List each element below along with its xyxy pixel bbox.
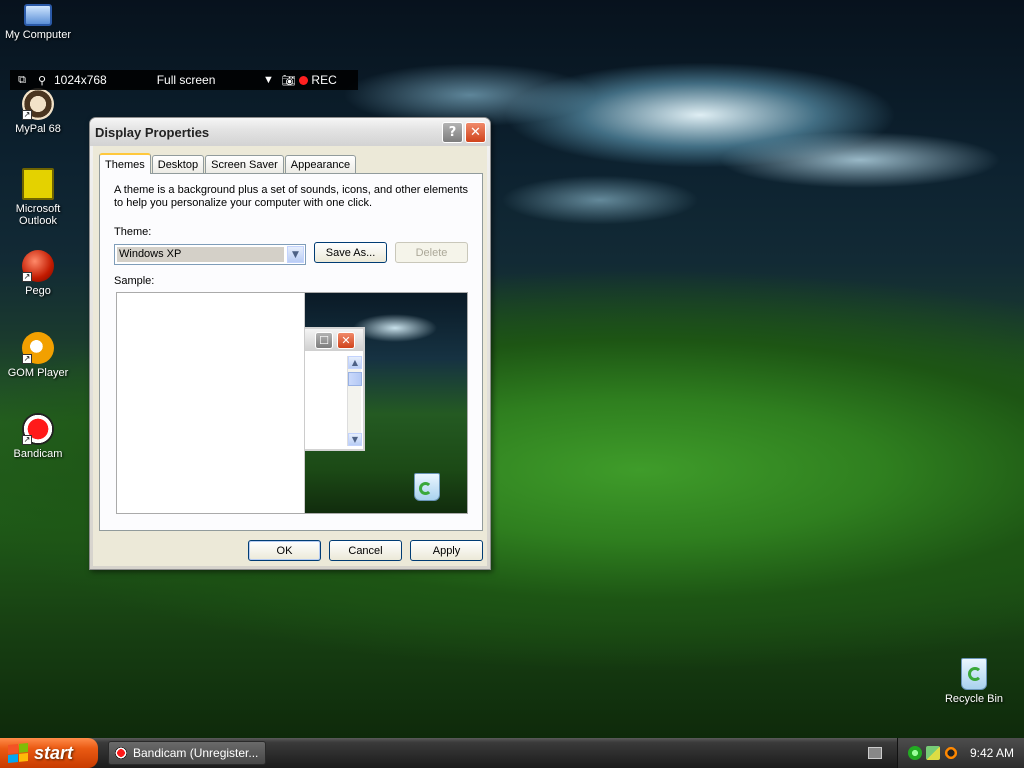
chevron-down-icon: ▼	[348, 433, 362, 446]
bandicam-icon	[115, 747, 127, 759]
window-title: Display Properties	[95, 124, 210, 140]
mode-text[interactable]: Full screen	[157, 73, 216, 87]
scroll-thumb	[348, 372, 362, 386]
close-icon: ✕	[470, 124, 481, 140]
desktop-icon-mypal[interactable]: ↗ MyPal 68	[0, 88, 76, 135]
apply-button[interactable]: Apply	[410, 540, 483, 561]
search-icon[interactable]	[944, 746, 958, 760]
desktop-icon-my-computer[interactable]: My Computer	[0, 4, 76, 41]
record-dot-icon	[299, 75, 309, 85]
bandicam-icon: ↗	[22, 413, 54, 445]
computer-icon	[24, 4, 52, 26]
tray-app-icon[interactable]	[926, 746, 940, 760]
ok-button[interactable]: OK	[248, 540, 321, 561]
triangle-down-icon: ▼	[262, 74, 274, 86]
search-button[interactable]: ⚲	[36, 74, 48, 87]
taskbar: start Bandicam (Unregister... 9:42 AM	[0, 738, 1024, 768]
theme-description: A theme is a background plus a set of so…	[114, 184, 469, 209]
taskbar-item-label: Bandicam (Unregister...	[133, 746, 259, 760]
recycle-bin-icon	[961, 658, 987, 690]
save-as-button[interactable]: Save As...	[314, 242, 387, 263]
shortcut-arrow-icon: ↗	[22, 435, 32, 445]
network-icon[interactable]	[908, 746, 922, 760]
resolution-text: 1024x768	[54, 73, 107, 87]
gom-player-icon: ↗	[22, 332, 54, 364]
theme-select[interactable]: Windows XP ▼	[114, 244, 306, 265]
sample-window-titlebar: ☐ ✕	[305, 329, 363, 351]
cancel-button[interactable]: Cancel	[329, 540, 402, 561]
camera-icon: 📷︎	[281, 74, 296, 87]
keyboard-icon[interactable]	[868, 747, 882, 759]
shortcut-arrow-icon: ↗	[22, 354, 32, 364]
desktop-icon-label: My Computer	[4, 29, 72, 41]
start-label: start	[34, 742, 74, 763]
theme-select-value: Windows XP	[117, 247, 284, 262]
sample-scrollbar: ▲ ▼	[347, 356, 362, 446]
shortcut-arrow-icon: ↗	[22, 110, 32, 120]
mode-dropdown-button[interactable]: ▼	[262, 74, 274, 86]
sample-blank-area	[117, 293, 305, 513]
help-icon: ?	[448, 124, 457, 140]
desktop-icon-outlook[interactable]: Microsoft Outlook	[0, 168, 76, 227]
rec-button[interactable]: REC	[299, 73, 337, 87]
recycle-bin-icon	[414, 473, 440, 501]
maximize-icon: ☐	[315, 332, 333, 349]
theme-sample-preview: ☐ ✕ ▲ ▼	[116, 292, 468, 514]
tab-screen-saver[interactable]: Screen Saver	[205, 155, 284, 173]
window-mode-button[interactable]: ⧉	[16, 74, 28, 87]
taskbar-item-bandicam[interactable]: Bandicam (Unregister...	[108, 741, 266, 765]
window-mode-icon: ⧉	[18, 73, 26, 86]
desktop-icon-label: Microsoft Outlook	[15, 203, 61, 227]
title-bar[interactable]: Display Properties ? ✕	[90, 118, 490, 146]
desktop-icon-label: GOM Player	[7, 367, 69, 379]
display-properties-window: Display Properties ? ✕ Themes Desktop Sc…	[89, 117, 491, 570]
help-button[interactable]: ?	[442, 121, 463, 143]
desktop-icon-label: Bandicam	[13, 448, 63, 460]
desktop-icon-recycle-bin[interactable]: Recycle Bin	[936, 658, 1012, 705]
close-button[interactable]: ✕	[465, 121, 486, 143]
rec-label: REC	[311, 73, 337, 87]
start-button[interactable]: start	[0, 738, 98, 768]
delete-button[interactable]: Delete	[395, 242, 468, 263]
dialog-client-area: Themes Desktop Screen Saver Appearance A…	[93, 146, 487, 566]
desktop-icon-label: Recycle Bin	[944, 693, 1004, 705]
tab-appearance[interactable]: Appearance	[284, 155, 357, 173]
desktop-icon-gom-player[interactable]: ↗ GOM Player	[0, 332, 76, 379]
themes-panel: A theme is a background plus a set of so…	[99, 173, 483, 531]
theme-label: Theme:	[114, 226, 152, 238]
sample-label: Sample:	[114, 275, 155, 287]
outlook-icon	[22, 168, 54, 200]
desktop-icon-pego[interactable]: ↗ Pego	[0, 250, 76, 297]
tab-strip: Themes Desktop Screen Saver Appearance	[99, 153, 357, 174]
bandicam-toolbar: ⧉ ⚲ 1024x768 Full screen ▼ 📷︎ REC	[10, 70, 358, 90]
close-icon: ✕	[337, 332, 355, 349]
shortcut-arrow-icon: ↗	[22, 272, 32, 282]
tab-themes[interactable]: Themes	[99, 153, 151, 174]
pego-icon: ↗	[22, 250, 54, 282]
desktop-icon-label: Pego	[25, 285, 51, 297]
tab-desktop[interactable]: Desktop	[151, 155, 205, 173]
mypal-icon: ↗	[22, 88, 54, 120]
magnifier-icon: ⚲	[37, 74, 47, 87]
windows-flag-icon	[8, 742, 28, 764]
desktop-icon-label: MyPal 68	[15, 123, 61, 135]
screenshot-button[interactable]: 📷︎	[281, 74, 296, 87]
taskbar-clock[interactable]: 9:42 AM	[970, 746, 1014, 760]
sample-window: ☐ ✕ ▲ ▼	[305, 327, 365, 451]
chevron-down-icon[interactable]: ▼	[287, 246, 304, 263]
desktop-icon-bandicam[interactable]: ↗ Bandicam	[0, 413, 76, 460]
chevron-up-icon: ▲	[348, 356, 362, 369]
system-tray: 9:42 AM	[897, 738, 1024, 768]
